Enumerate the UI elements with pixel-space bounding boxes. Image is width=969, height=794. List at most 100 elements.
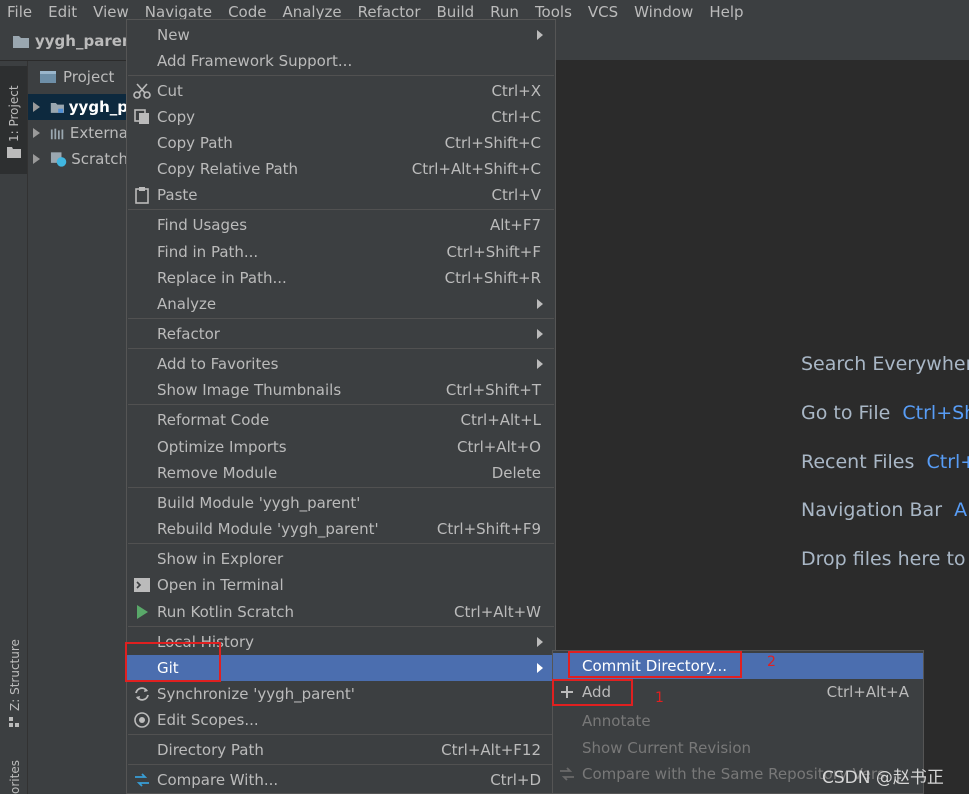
hint-label: Search Everywhere [801, 353, 969, 375]
project-tab-label: 1: Project [7, 85, 21, 142]
menu-window[interactable]: Window [626, 0, 701, 24]
menu-item-label: Directory Path [157, 741, 264, 759]
hint-search-everywhere: Search Everywhere [801, 353, 969, 375]
menu-item-optimize-imports[interactable]: Optimize Imports Ctrl+Alt+O [127, 434, 555, 460]
menu-item-label: Reformat Code [157, 411, 270, 429]
menu-item-analyze[interactable]: Analyze [127, 291, 555, 317]
terminal-icon [134, 578, 150, 592]
menu-help[interactable]: Help [701, 0, 751, 24]
menu-separator [128, 543, 554, 544]
menu-item-edit-scopes[interactable]: Edit Scopes... [127, 707, 555, 733]
menu-item-label: Find in Path... [157, 243, 259, 261]
menu-item-label: Remove Module [157, 464, 278, 482]
menu-item-copy-relative-path[interactable]: Copy Relative Path Ctrl+Alt+Shift+C [127, 156, 555, 182]
tree-item-external-libraries[interactable]: Externa [28, 120, 128, 146]
menu-item-build-module[interactable]: Build Module 'yygh_parent' [127, 490, 555, 516]
hint-shortcut: A [954, 499, 968, 521]
hint-label: Navigation Bar [801, 499, 943, 521]
menu-item-directory-path[interactable]: Directory Path Ctrl+Alt+F12 [127, 737, 555, 763]
hint-shortcut: Ctrl+Sh [902, 402, 969, 424]
project-panel: Project yygh_p Externa Scratch [28, 61, 128, 794]
menu-item-rebuild-module[interactable]: Rebuild Module 'yygh_parent' Ctrl+Shift+… [127, 516, 555, 542]
menu-vcs[interactable]: VCS [580, 0, 626, 24]
breadcrumb[interactable]: yygh_parent [12, 32, 140, 50]
submenu-item-annotate[interactable]: Annotate [553, 708, 923, 734]
menu-item-compare-with[interactable]: Compare With... Ctrl+D [127, 767, 555, 793]
watermark: CSDN @赵书正 [822, 768, 944, 788]
menu-item-shortcut: Ctrl+V [491, 186, 541, 204]
menu-item-shortcut: Ctrl+Alt+O [457, 438, 541, 456]
menu-file[interactable]: File [0, 0, 40, 24]
submenu-item-show-current-revision[interactable]: Show Current Revision [553, 735, 923, 761]
left-tool-stripe: 1: Project Z: Structure orites [0, 61, 28, 794]
menu-item-shortcut: Ctrl+Alt+W [454, 603, 541, 621]
menu-item-shortcut: Ctrl+Alt+F12 [441, 741, 541, 759]
submenu-arrow-icon [537, 329, 543, 339]
menu-item-show-in-explorer[interactable]: Show in Explorer [127, 546, 555, 572]
menu-item-refactor[interactable]: Refactor [127, 321, 555, 347]
tree-item-scratches[interactable]: Scratch [28, 146, 128, 172]
menu-item-synchronize[interactable]: Synchronize 'yygh_parent' [127, 681, 555, 707]
menu-item-label: Compare With... [157, 771, 279, 789]
menu-item-add-framework-support[interactable]: Add Framework Support... [127, 48, 555, 74]
menu-item-reformat-code[interactable]: Reformat Code Ctrl+Alt+L [127, 407, 555, 433]
project-tool-tab[interactable]: 1: Project [0, 66, 27, 174]
menu-item-shortcut: Ctrl+Shift+T [445, 381, 541, 399]
menu-separator [128, 404, 554, 405]
structure-icon [9, 717, 19, 727]
scope-icon [134, 712, 150, 728]
menu-item-label: Paste [157, 186, 198, 204]
menu-item-label: Show Current Revision [582, 739, 752, 757]
menu-item-label: Synchronize 'yygh_parent' [157, 685, 355, 703]
clipboard-icon [135, 187, 149, 204]
menu-item-shortcut: Delete [491, 464, 541, 482]
menu-separator [128, 318, 554, 319]
menu-item-remove-module[interactable]: Remove Module Delete [127, 460, 555, 486]
menu-item-shortcut: Alt+F7 [489, 216, 541, 234]
compare-icon [560, 767, 574, 781]
run-icon [137, 605, 148, 619]
hint-shortcut: Ctrl+ [926, 451, 969, 473]
project-panel-header[interactable]: Project [28, 61, 128, 93]
menu-item-run-kotlin-scratch[interactable]: Run Kotlin Scratch Ctrl+Alt+W [127, 599, 555, 625]
expand-arrow-icon[interactable] [33, 102, 40, 112]
menu-item-shortcut: Ctrl+C [491, 108, 541, 126]
menu-item-label: Build Module 'yygh_parent' [157, 494, 361, 512]
menu-item-replace-in-path[interactable]: Replace in Path... Ctrl+Shift+R [127, 265, 555, 291]
annotation-number-2: 2 [767, 654, 776, 670]
project-panel-title: Project [63, 68, 115, 86]
favorites-tab-label[interactable]: orites [8, 760, 22, 794]
menu-item-label: Show in Explorer [157, 550, 284, 568]
menu-item-label: Add Framework Support... [157, 52, 353, 70]
menu-item-shortcut: Ctrl+X [491, 82, 541, 100]
expand-arrow-icon[interactable] [33, 128, 40, 138]
menu-separator [128, 209, 554, 210]
menu-separator [128, 75, 554, 76]
structure-tab-label[interactable]: Z: Structure [8, 639, 22, 711]
menu-item-open-in-terminal[interactable]: Open in Terminal [127, 572, 555, 598]
menu-item-cut[interactable]: Cut Ctrl+X [127, 78, 555, 104]
tree-item-project-root[interactable]: yygh_p [28, 94, 128, 120]
menu-item-label: New [157, 26, 190, 44]
hint-label: Go to File [801, 402, 891, 424]
annotation-box-commit [568, 651, 742, 678]
menu-item-show-image-thumbnails[interactable]: Show Image Thumbnails Ctrl+Shift+T [127, 377, 555, 403]
module-folder-icon [50, 102, 64, 113]
menu-separator [128, 626, 554, 627]
menu-separator [128, 764, 554, 765]
menu-item-copy-path[interactable]: Copy Path Ctrl+Shift+C [127, 130, 555, 156]
menu-item-find-in-path[interactable]: Find in Path... Ctrl+Shift+F [127, 239, 555, 265]
menu-item-new[interactable]: New [127, 22, 555, 48]
menu-item-label: Copy [157, 108, 196, 126]
menu-item-shortcut: Ctrl+Alt+A [826, 683, 909, 701]
menu-item-shortcut: Ctrl+Shift+F9 [436, 520, 541, 538]
menu-item-paste[interactable]: Paste Ctrl+V [127, 182, 555, 208]
expand-arrow-icon[interactable] [33, 154, 40, 164]
menu-item-copy[interactable]: Copy Ctrl+C [127, 104, 555, 130]
menu-item-add-to-favorites[interactable]: Add to Favorites [127, 351, 555, 377]
menu-edit[interactable]: Edit [40, 0, 85, 24]
hint-label: Recent Files [801, 451, 915, 473]
menu-item-label: Replace in Path... [157, 269, 287, 287]
menu-item-find-usages[interactable]: Find Usages Alt+F7 [127, 212, 555, 238]
menu-item-label: Copy Relative Path [157, 160, 299, 178]
